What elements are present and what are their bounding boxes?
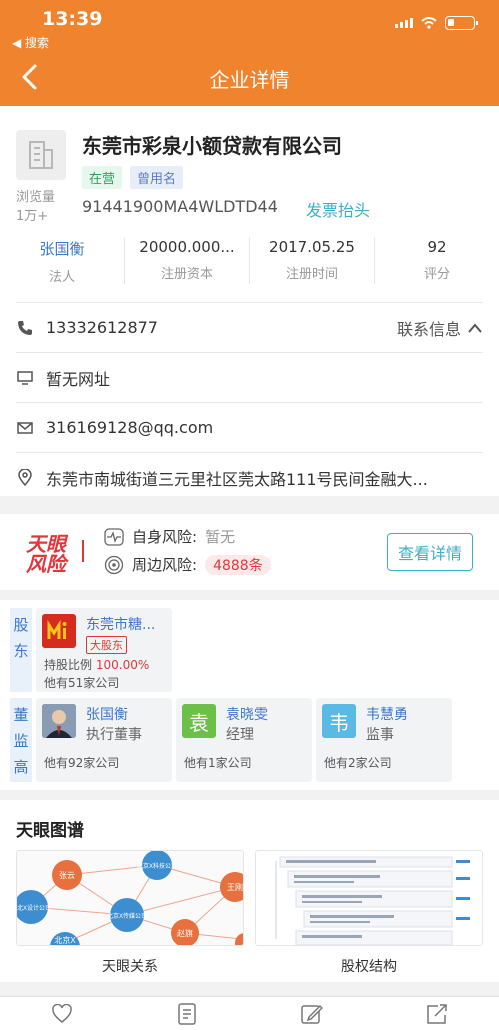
executive-name[interactable]: 袁晓雯 xyxy=(226,704,268,724)
executive-card[interactable]: 张国衡 执行董事 他有92家公司 xyxy=(36,698,172,782)
document-icon[interactable] xyxy=(175,1002,199,1026)
surrounding-risk-count: 4888条 xyxy=(205,554,271,575)
page-title: 企业详情 xyxy=(209,68,290,92)
executive-role: 经理 xyxy=(226,727,254,743)
graph-node-label: 张云 xyxy=(59,871,75,880)
heart-icon[interactable] xyxy=(50,1002,74,1026)
graph-node-label: 北京X科技公司 xyxy=(137,862,177,870)
tianyan-graph-card: 天眼图谱 张云 北京X科技公司 王刚 河北X设计公司 北京X传媒公司 赵旗 xyxy=(0,800,499,982)
view-count: 浏览量 1万+ xyxy=(16,190,56,224)
chevron-up-icon xyxy=(468,322,482,333)
former-name-tag[interactable]: 曾用名 xyxy=(130,166,184,189)
mail-icon xyxy=(16,419,34,437)
company-logo-icon xyxy=(16,130,66,180)
credit-code: 91441900MA4WLDTD44 xyxy=(82,197,278,216)
graph-node-label: 北京X传媒公司 xyxy=(107,912,147,920)
stat-score[interactable]: 92 评分 xyxy=(375,238,499,284)
phone-row[interactable]: 13332612877 联系信息 xyxy=(16,302,483,352)
pulse-icon xyxy=(104,527,124,546)
share-icon[interactable] xyxy=(425,1002,449,1026)
shareholder-name[interactable]: 东莞市糖... xyxy=(86,614,155,634)
phone-icon xyxy=(16,319,34,337)
status-time: 13:39 xyxy=(42,8,103,30)
battery-icon xyxy=(445,16,478,30)
graph-node-label: 王刚 xyxy=(227,883,243,892)
back-to-app-link[interactable]: ◀ 搜索 xyxy=(12,34,49,51)
surrounding-risk[interactable]: 周边风险: 4888条 xyxy=(104,554,271,575)
graph-node-label: 北京X xyxy=(54,935,76,945)
shareholder-card[interactable]: 东莞市糖... 大股东 持股比例 100.00% 他有51家公司 xyxy=(36,608,172,692)
stat-registered-capital: 20000.000... 注册资本 xyxy=(125,238,250,284)
bottom-toolbar xyxy=(0,996,499,1030)
executives-label: 董监高 xyxy=(10,698,32,782)
executive-card[interactable]: 袁 袁晓雯 经理 他有1家公司 xyxy=(176,698,312,782)
tianyan-risk-logo: 天眼 风险 xyxy=(26,532,66,576)
executive-avatar xyxy=(42,704,76,738)
executive-card[interactable]: 韦 韦慧勇 监事 他有2家公司 xyxy=(316,698,452,782)
view-details-button[interactable]: 查看详情 xyxy=(387,533,473,571)
status-badge: 在营 xyxy=(82,166,123,189)
radar-icon xyxy=(104,555,124,574)
section-title: 天眼图谱 xyxy=(16,821,84,841)
relationship-graph-label[interactable]: 天眼关系 xyxy=(16,956,244,976)
people-card: 股东 东莞市糖... 大股东 持股比例 100.00% 他有51家公司 董监高 … xyxy=(0,600,499,790)
executive-name[interactable]: 韦慧勇 xyxy=(366,704,408,724)
self-risk[interactable]: 自身风险: 暂无 xyxy=(104,526,235,547)
equity-structure-label[interactable]: 股权结构 xyxy=(255,956,483,976)
graph-node-label: 赵旗 xyxy=(177,928,193,938)
equity-structure-thumbnail[interactable] xyxy=(255,850,483,946)
website-value: 暂无网址 xyxy=(46,369,111,389)
graph-node-label: 河北X设计公司 xyxy=(17,904,51,912)
divider xyxy=(82,540,84,562)
relationship-graph-thumbnail[interactable]: 张云 北京X科技公司 王刚 河北X设计公司 北京X传媒公司 赵旗 北京X xyxy=(16,850,244,946)
major-shareholder-badge: 大股东 xyxy=(86,636,127,654)
company-name: 东莞市彩泉小额贷款有限公司 xyxy=(82,134,342,158)
risk-card: 天眼 风险 自身风险: 暂无 周边风险: 4888条 查看详情 xyxy=(0,514,499,590)
status-tags: 在营 曾用名 xyxy=(82,166,184,189)
address-value[interactable]: 东莞市南城街道三元里社区莞太路111号民间金融大... xyxy=(46,466,428,490)
stat-registered-date: 2017.05.25 注册时间 xyxy=(250,238,375,284)
monitor-icon xyxy=(16,369,34,387)
key-stats: 张国衡 法人 20000.000... 注册资本 2017.05.25 注册时间… xyxy=(0,238,499,285)
address-row[interactable]: 东莞市南城街道三元里社区莞太路111号民间金融大... xyxy=(16,452,483,502)
stat-legal-person[interactable]: 张国衡 法人 xyxy=(0,238,125,285)
executive-role: 执行董事 xyxy=(86,727,142,743)
wifi-icon xyxy=(421,17,437,29)
executive-role: 监事 xyxy=(366,727,394,743)
company-count: 他有51家公司 xyxy=(44,676,120,690)
edit-icon[interactable] xyxy=(300,1002,324,1026)
executive-avatar: 韦 xyxy=(322,704,356,738)
top-bar: 13:39 ◀ 搜索 企业详情 xyxy=(0,0,499,106)
company-count: 他有92家公司 xyxy=(44,756,120,770)
company-count: 他有2家公司 xyxy=(324,756,392,770)
phone-number[interactable]: 13332612877 xyxy=(46,318,158,337)
website-row: 暂无网址 xyxy=(16,352,483,402)
shareholding-ratio: 持股比例 100.00% xyxy=(44,658,150,672)
signal-icon xyxy=(395,18,413,28)
executive-avatar: 袁 xyxy=(182,704,216,738)
status-icons xyxy=(395,16,478,30)
shareholder-logo-icon xyxy=(42,614,76,648)
executive-name[interactable]: 张国衡 xyxy=(86,704,128,724)
email-row[interactable]: 316169128@qq.com xyxy=(16,402,483,452)
contact-info-toggle[interactable]: 联系信息 xyxy=(397,316,483,340)
company-info-card: 浏览量 1万+ 东莞市彩泉小额贷款有限公司 在营 曾用名 91441900MA4… xyxy=(0,106,499,496)
company-count: 他有1家公司 xyxy=(184,756,252,770)
shareholders-label: 股东 xyxy=(10,608,32,692)
invoice-title-link[interactable]: 发票抬头 xyxy=(306,197,370,221)
email-value[interactable]: 316169128@qq.com xyxy=(46,418,213,437)
location-pin-icon xyxy=(16,469,34,487)
